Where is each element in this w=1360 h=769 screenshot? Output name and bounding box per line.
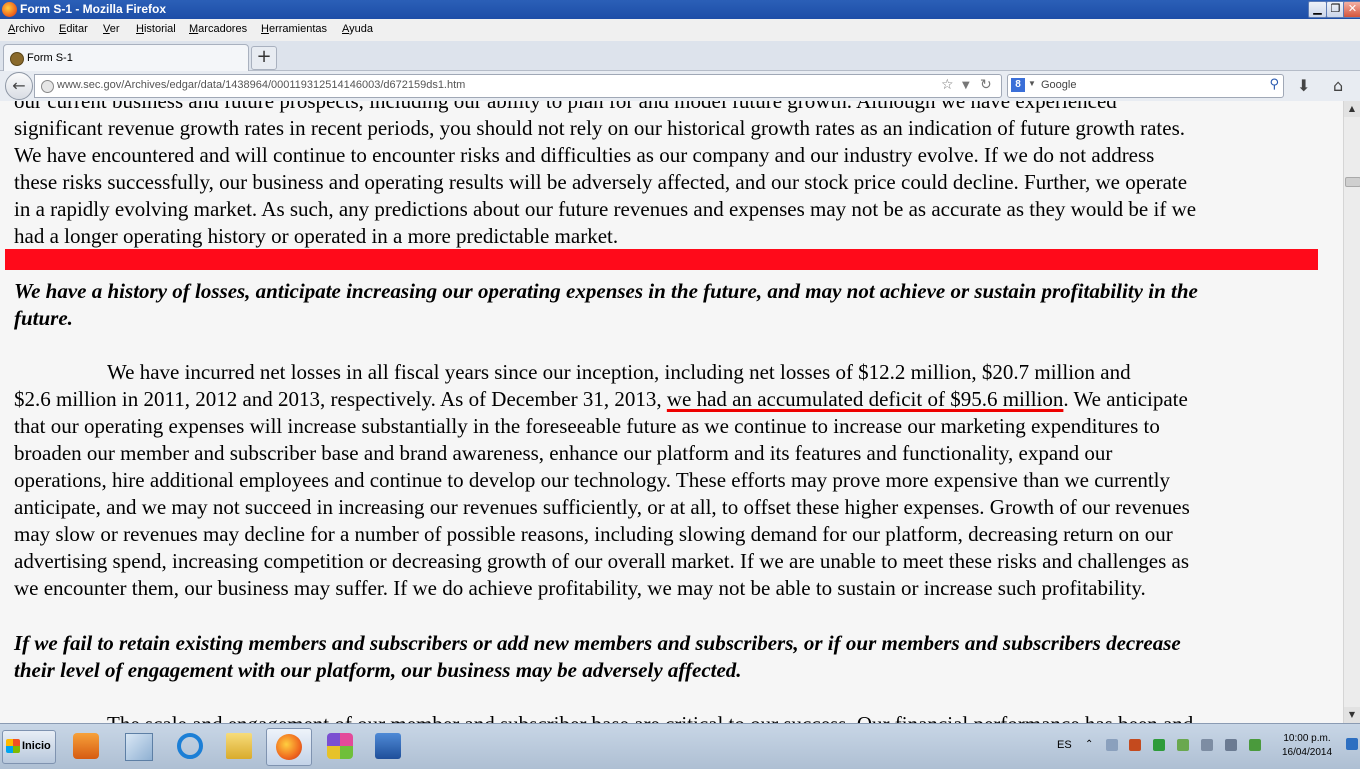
download-icon[interactable]: ⬇: [1297, 76, 1310, 95]
paragraph-scale: The scale and engagement of our member a…: [14, 711, 1332, 723]
document-content: our current business and future prospect…: [0, 101, 1343, 723]
google-engine-icon[interactable]: 8: [1011, 78, 1025, 92]
firefox-logo-icon: [2, 2, 17, 17]
power-icon[interactable]: [1249, 739, 1261, 751]
taskbar-file-explorer[interactable]: [217, 728, 261, 764]
window-title: Form S-1 - Mozilla Firefox: [20, 2, 167, 16]
paragraph-growth: our current business and future prospect…: [14, 101, 1332, 250]
heading-line: future.: [14, 306, 73, 330]
text-line: broaden our member and subscriber base a…: [14, 441, 1113, 465]
url-bar[interactable]: www.sec.gov/Archives/edgar/data/1438964/…: [34, 74, 1002, 98]
heading-line: If we fail to retain existing members an…: [14, 631, 1181, 655]
text-line: that our operating expenses will increas…: [14, 414, 1160, 438]
tray-expand-icon[interactable]: ⌃: [1085, 739, 1097, 751]
menu-herramientas[interactable]: Herramientas: [261, 23, 327, 35]
heading-line: We have a history of losses, anticipate …: [14, 279, 1198, 303]
text-segment: $2.6 million in 2011, 2012 and 2013, res…: [14, 387, 667, 411]
menu-bar: Archivo Editar Ver Historial Marcadores …: [0, 19, 1360, 41]
window-titlebar: Form S-1 - Mozilla Firefox ▁ ❐ ✕: [0, 0, 1360, 19]
text-line: in a rapidly evolving market. As such, a…: [14, 197, 1197, 221]
menu-archivo[interactable]: Archivo: [8, 23, 45, 35]
search-icon[interactable]: ⚲: [1269, 77, 1279, 92]
text-line: The scale and engagement of our member a…: [14, 711, 1332, 723]
tray-grid-icon[interactable]: [1177, 739, 1189, 751]
media-player-icon: [73, 733, 99, 759]
internet-explorer-icon: [177, 733, 203, 759]
scroll-down-icon[interactable]: ▼: [1344, 707, 1360, 723]
search-bar[interactable]: 8 ▼ Google ⚲: [1007, 74, 1284, 98]
vertical-scrollbar[interactable]: ▲ ▼: [1343, 101, 1360, 723]
tray-app-icon[interactable]: [1129, 739, 1141, 751]
text-line: had a longer operating history or operat…: [14, 224, 619, 248]
taskbar-firefox[interactable]: [266, 728, 312, 766]
menu-ayuda[interactable]: Ayuda: [342, 23, 373, 35]
taskbar-network-app[interactable]: [366, 728, 410, 764]
engine-dropdown-icon[interactable]: ▼: [1028, 79, 1036, 88]
windows-taskbar: Inicio ES ⌃ 10:00 p.m. 16/04/2014: [0, 723, 1360, 769]
minimize-button[interactable]: ▁: [1308, 1, 1327, 18]
tab-form-s1[interactable]: Form S-1: [3, 44, 249, 71]
new-tab-button[interactable]: +: [251, 46, 277, 70]
taskbar-media-player[interactable]: [64, 728, 108, 764]
app-grid-icon: [327, 733, 353, 759]
language-indicator[interactable]: ES: [1057, 739, 1072, 751]
reload-icon[interactable]: ↻: [980, 77, 992, 93]
taskbar-internet-explorer[interactable]: [168, 728, 212, 764]
globe-icon: [41, 80, 54, 93]
tab-strip: Form S-1 +: [0, 41, 1360, 71]
start-button[interactable]: Inicio: [2, 730, 56, 764]
red-highlight-bar: [5, 249, 1318, 270]
clock-date: 16/04/2014: [1281, 747, 1333, 758]
text-line: operations, hire additional employees an…: [14, 468, 1171, 492]
show-desktop-icon[interactable]: [1346, 738, 1358, 750]
text-line: we encounter them, our business may suff…: [14, 576, 1146, 600]
search-placeholder: Google: [1041, 79, 1077, 91]
menu-editar[interactable]: Editar: [59, 23, 88, 35]
notepad-icon: [125, 733, 153, 761]
tray-security-icon[interactable]: [1153, 739, 1165, 751]
firefox-icon: [276, 734, 302, 760]
accumulated-deficit-highlight: we had an accumulated deficit of $95.6 m…: [666, 387, 1064, 411]
risk-heading-members: If we fail to retain existing members an…: [14, 630, 1332, 684]
text-line: advertising spend, increasing competitio…: [14, 549, 1190, 573]
text-line: our current business and future prospect…: [14, 101, 1117, 113]
url-dropdown-icon[interactable]: ▼: [962, 80, 970, 91]
navigation-bar: ← www.sec.gov/Archives/edgar/data/143896…: [0, 71, 1360, 101]
taskbar-app-grid[interactable]: [318, 728, 362, 764]
text-line: these risks successfully, our business a…: [14, 170, 1188, 194]
system-clock[interactable]: 10:00 p.m. 16/04/2014: [1275, 732, 1339, 760]
text-segment: . We anticipate: [1063, 387, 1188, 411]
text-line: may slow or revenues may decline for a n…: [14, 522, 1173, 546]
scroll-thumb[interactable]: [1345, 177, 1360, 187]
close-button[interactable]: ✕: [1343, 1, 1360, 18]
text-line: $2.6 million in 2011, 2012 and 2013, res…: [14, 386, 1332, 413]
text-line: anticipate, and we may not succeed in in…: [14, 495, 1190, 519]
clock-time: 10:00 p.m.: [1283, 733, 1331, 744]
folder-icon: [226, 733, 252, 759]
flag-icon[interactable]: [1106, 739, 1118, 751]
volume-icon[interactable]: [1225, 739, 1237, 751]
risk-heading-losses: We have a history of losses, anticipate …: [14, 278, 1332, 332]
network-icon[interactable]: [1201, 739, 1213, 751]
url-text: www.sec.gov/Archives/edgar/data/1438964/…: [57, 79, 466, 91]
taskbar-notepad[interactable]: [116, 728, 160, 764]
text-line: We have incurred net losses in all fisca…: [107, 360, 1131, 384]
bookmark-star-icon[interactable]: ☆: [941, 77, 954, 93]
network-app-icon: [375, 733, 401, 759]
menu-ver[interactable]: Ver: [103, 23, 120, 35]
paragraph-losses: We have incurred net losses in all fisca…: [14, 359, 1332, 602]
sec-favicon-icon: [10, 52, 24, 66]
windows-logo-icon: [6, 739, 20, 753]
scroll-up-icon[interactable]: ▲: [1344, 101, 1360, 117]
menu-historial[interactable]: Historial: [136, 23, 176, 35]
tab-title: Form S-1: [27, 52, 73, 64]
home-icon[interactable]: ⌂: [1333, 76, 1343, 95]
text-line: significant revenue growth rates in rece…: [14, 116, 1186, 140]
menu-marcadores[interactable]: Marcadores: [189, 23, 247, 35]
text-line: We have encountered and will continue to…: [14, 143, 1155, 167]
start-label: Inicio: [22, 740, 51, 752]
heading-line: their level of engagement with our platf…: [14, 658, 742, 682]
back-button[interactable]: ←: [5, 72, 33, 100]
